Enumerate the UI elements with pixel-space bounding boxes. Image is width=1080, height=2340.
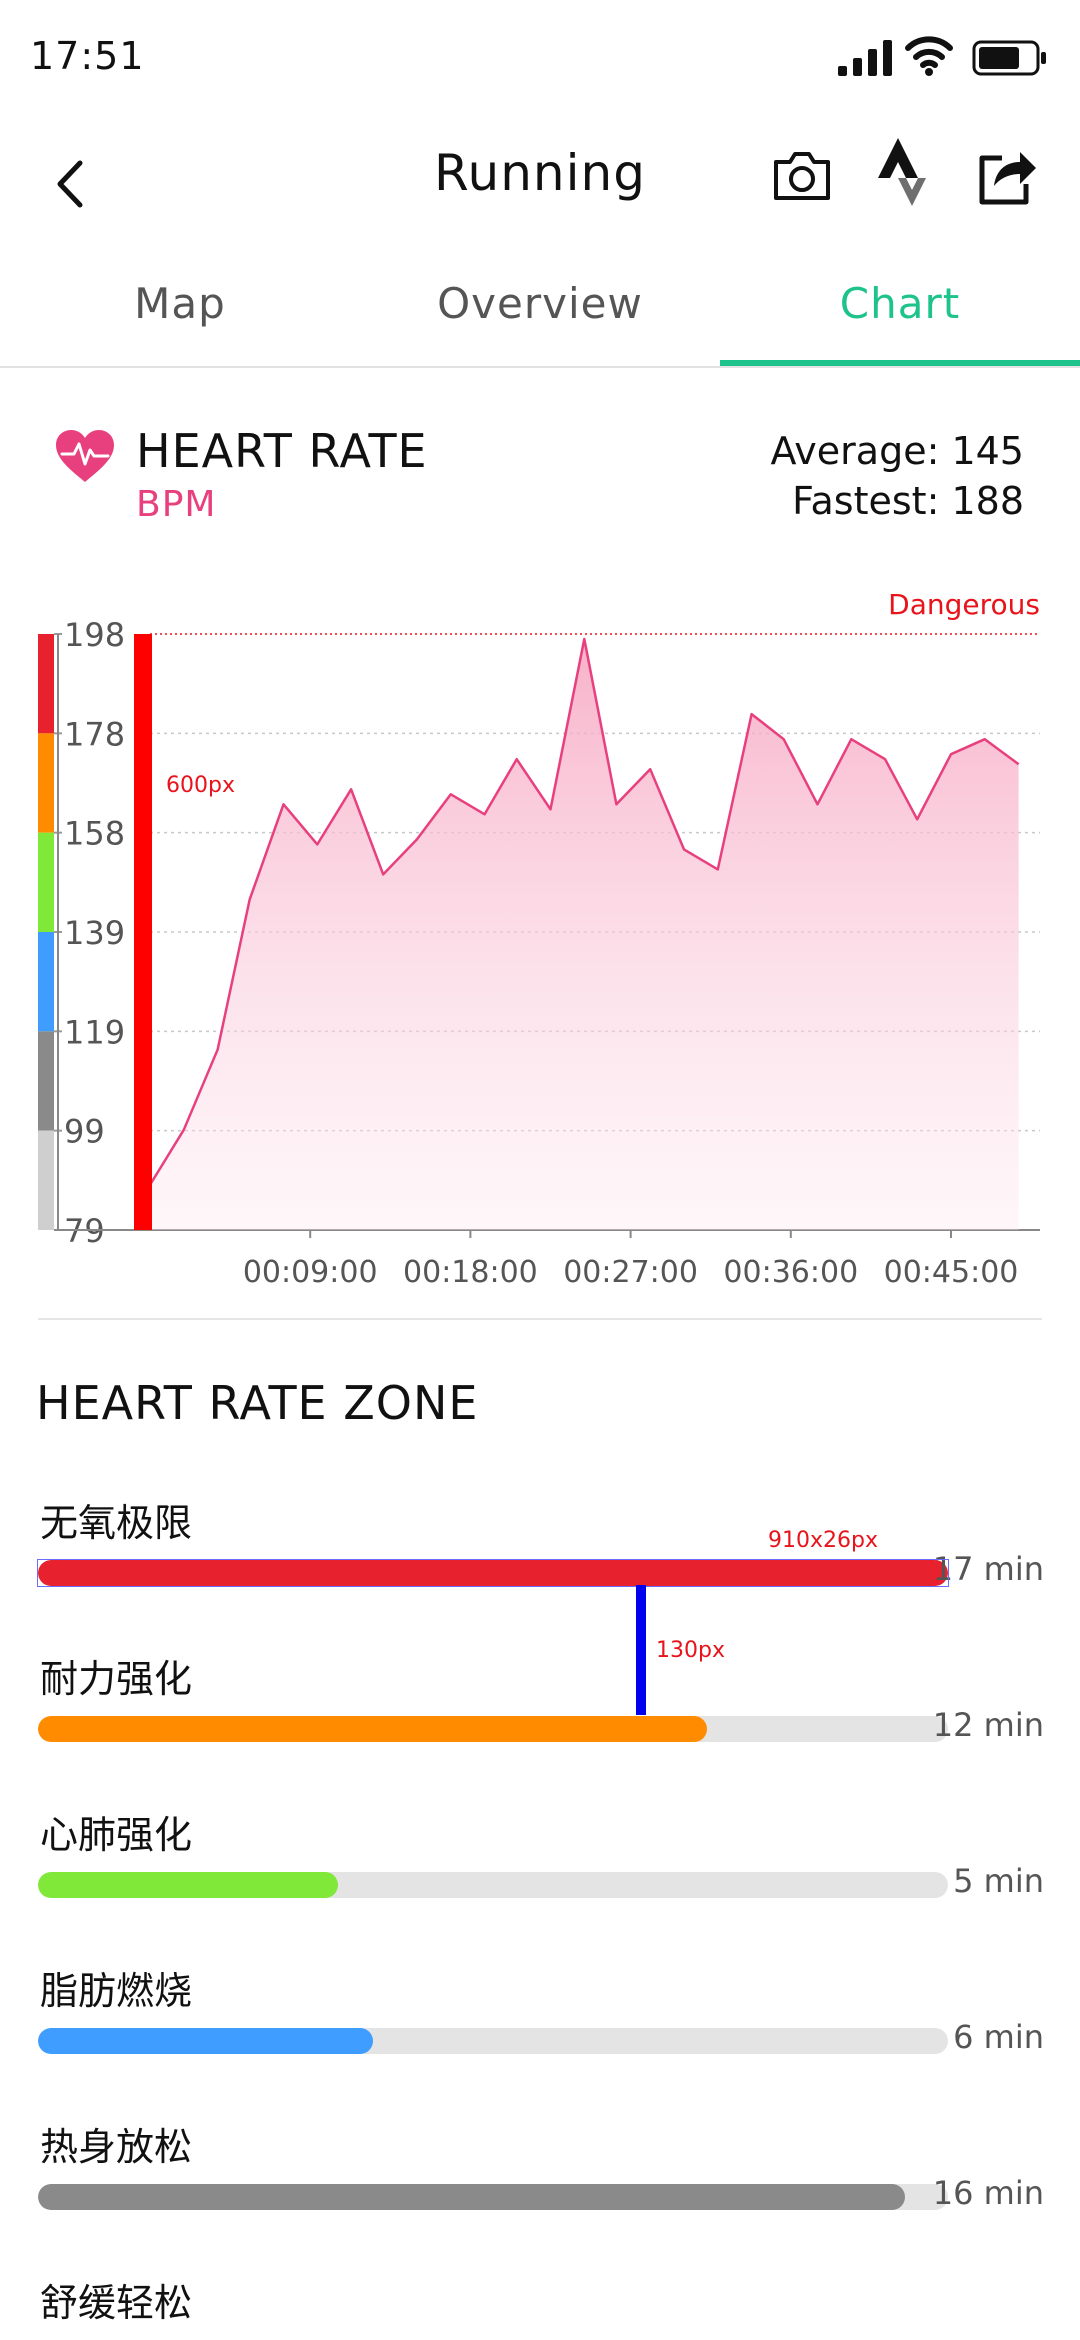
strava-logo-icon[interactable]: [874, 136, 930, 212]
danger-threshold-label: Dangerous: [888, 588, 1040, 621]
running-chart-screen: 17:51 Running Map Overview Chart HEART R…: [0, 0, 1080, 2340]
heart-rate-header: HEART RATE BPM Average: 145 Fastest: 188: [0, 420, 1080, 540]
heart-rate-chart: 198 178 158 139 119 99 79 Dangerous 00:09:00 00:1…: [0, 570, 1080, 1290]
zone-spacing-measure-line: [636, 1585, 646, 1715]
zone-item: 心肺强化 5 min: [0, 1792, 1080, 1942]
tab-chart[interactable]: Chart: [720, 250, 1080, 366]
tab-bar: Map Overview Chart: [0, 250, 1080, 368]
zone-duration: 12 min: [932, 1706, 1044, 1744]
zone-color-band: [38, 932, 54, 1032]
chart-height-measure-bar: [134, 634, 152, 1230]
average-stat: Average: 145: [770, 429, 1024, 473]
zone-duration: 17 min: [932, 1550, 1044, 1588]
zone-bar-track: [38, 1560, 948, 1586]
y-tick-label: 158: [64, 815, 125, 853]
heart-rate-title: HEART RATE: [136, 424, 428, 478]
zone-name: 舒缓轻松: [40, 2281, 193, 2325]
heart-rate-unit: BPM: [136, 484, 217, 525]
zone-bar-track: [38, 1872, 948, 1898]
zone-bar-fill: [38, 1872, 339, 1898]
signal-icon: [838, 40, 892, 76]
zone-bar-track: [38, 2028, 948, 2054]
x-tick-label: 00:18:00: [403, 1255, 538, 1290]
chart-height-annotation: 600px: [166, 773, 235, 798]
y-tick-label: 99: [64, 1113, 105, 1151]
zone-color-band: [38, 1031, 54, 1131]
zone-section-title: HEART RATE ZONE: [36, 1376, 479, 1430]
x-tick-label: 00:27:00: [563, 1255, 698, 1290]
wifi-icon: [905, 36, 953, 76]
heart-rate-area: [150, 639, 1019, 1230]
zone-duration: 16 min: [932, 2174, 1044, 2212]
status-bar: 17:51: [0, 0, 1080, 120]
zone-spacing-annotation: 130px: [656, 1638, 725, 1663]
zone-bar-track: [38, 1716, 948, 1742]
y-tick-label: 198: [64, 616, 125, 654]
y-tick-label: 139: [64, 914, 125, 952]
zone-item: 无氧极限 17 min: [0, 1480, 1080, 1630]
y-tick-label: 178: [64, 715, 125, 753]
share-icon[interactable]: [974, 142, 1038, 208]
back-arrow-icon: [57, 160, 83, 208]
zone-name: 脂肪燃烧: [40, 1969, 193, 2013]
zone-name: 无氧极限: [40, 1501, 193, 1545]
zone-color-band: [38, 832, 54, 932]
tab-map[interactable]: Map: [0, 250, 360, 366]
zone-item: 耐力强化 12 min: [0, 1636, 1080, 1786]
x-tick-label: 00:36:00: [723, 1255, 858, 1290]
zone-name: 耐力强化: [40, 1657, 193, 1701]
camera-icon[interactable]: [770, 144, 834, 208]
app-bar: Running: [0, 120, 1080, 250]
back-button[interactable]: [40, 140, 100, 228]
tab-active-indicator: [720, 360, 1080, 366]
heart-pulse-icon: [56, 430, 114, 482]
zone-color-band: [38, 1130, 54, 1230]
zone-bar-track: [38, 2184, 948, 2210]
x-tick-label: 00:45:00: [884, 1255, 1019, 1290]
zone-item: 热身放松 16 min: [0, 2104, 1080, 2254]
zone-item: 舒缓轻松: [0, 2260, 1080, 2340]
zone-color-band: [38, 634, 54, 734]
zone-color-band: [38, 733, 54, 833]
fastest-stat: Fastest: 188: [792, 479, 1024, 523]
zone-bar-size-annotation: 910x26px: [768, 1528, 878, 1553]
zone-duration: 5 min: [953, 1862, 1044, 1900]
x-tick-label: 00:09:00: [243, 1255, 378, 1290]
zone-name: 热身放松: [40, 2125, 193, 2169]
zone-bar-fill: [38, 2184, 906, 2210]
zone-duration: 6 min: [953, 2018, 1044, 2056]
status-time: 17:51: [30, 34, 145, 78]
zone-bar-fill: [38, 2028, 373, 2054]
y-tick-label: 119: [64, 1013, 125, 1051]
battery-icon: [972, 40, 1046, 76]
heart-rate-stats: Average: 145 Fastest: 188: [771, 426, 1024, 526]
section-divider: [38, 1318, 1042, 1320]
zone-bar-fill: [38, 1716, 707, 1742]
zone-name: 心肺强化: [40, 1813, 193, 1857]
tab-overview[interactable]: Overview: [360, 250, 720, 366]
zone-bar-fill: [38, 1560, 948, 1586]
zone-item: 脂肪燃烧 6 min: [0, 1948, 1080, 2098]
heart-rate-chart-svg: 1981781581391199979Dangerous00:09:00 00:1…: [38, 588, 1040, 1290]
